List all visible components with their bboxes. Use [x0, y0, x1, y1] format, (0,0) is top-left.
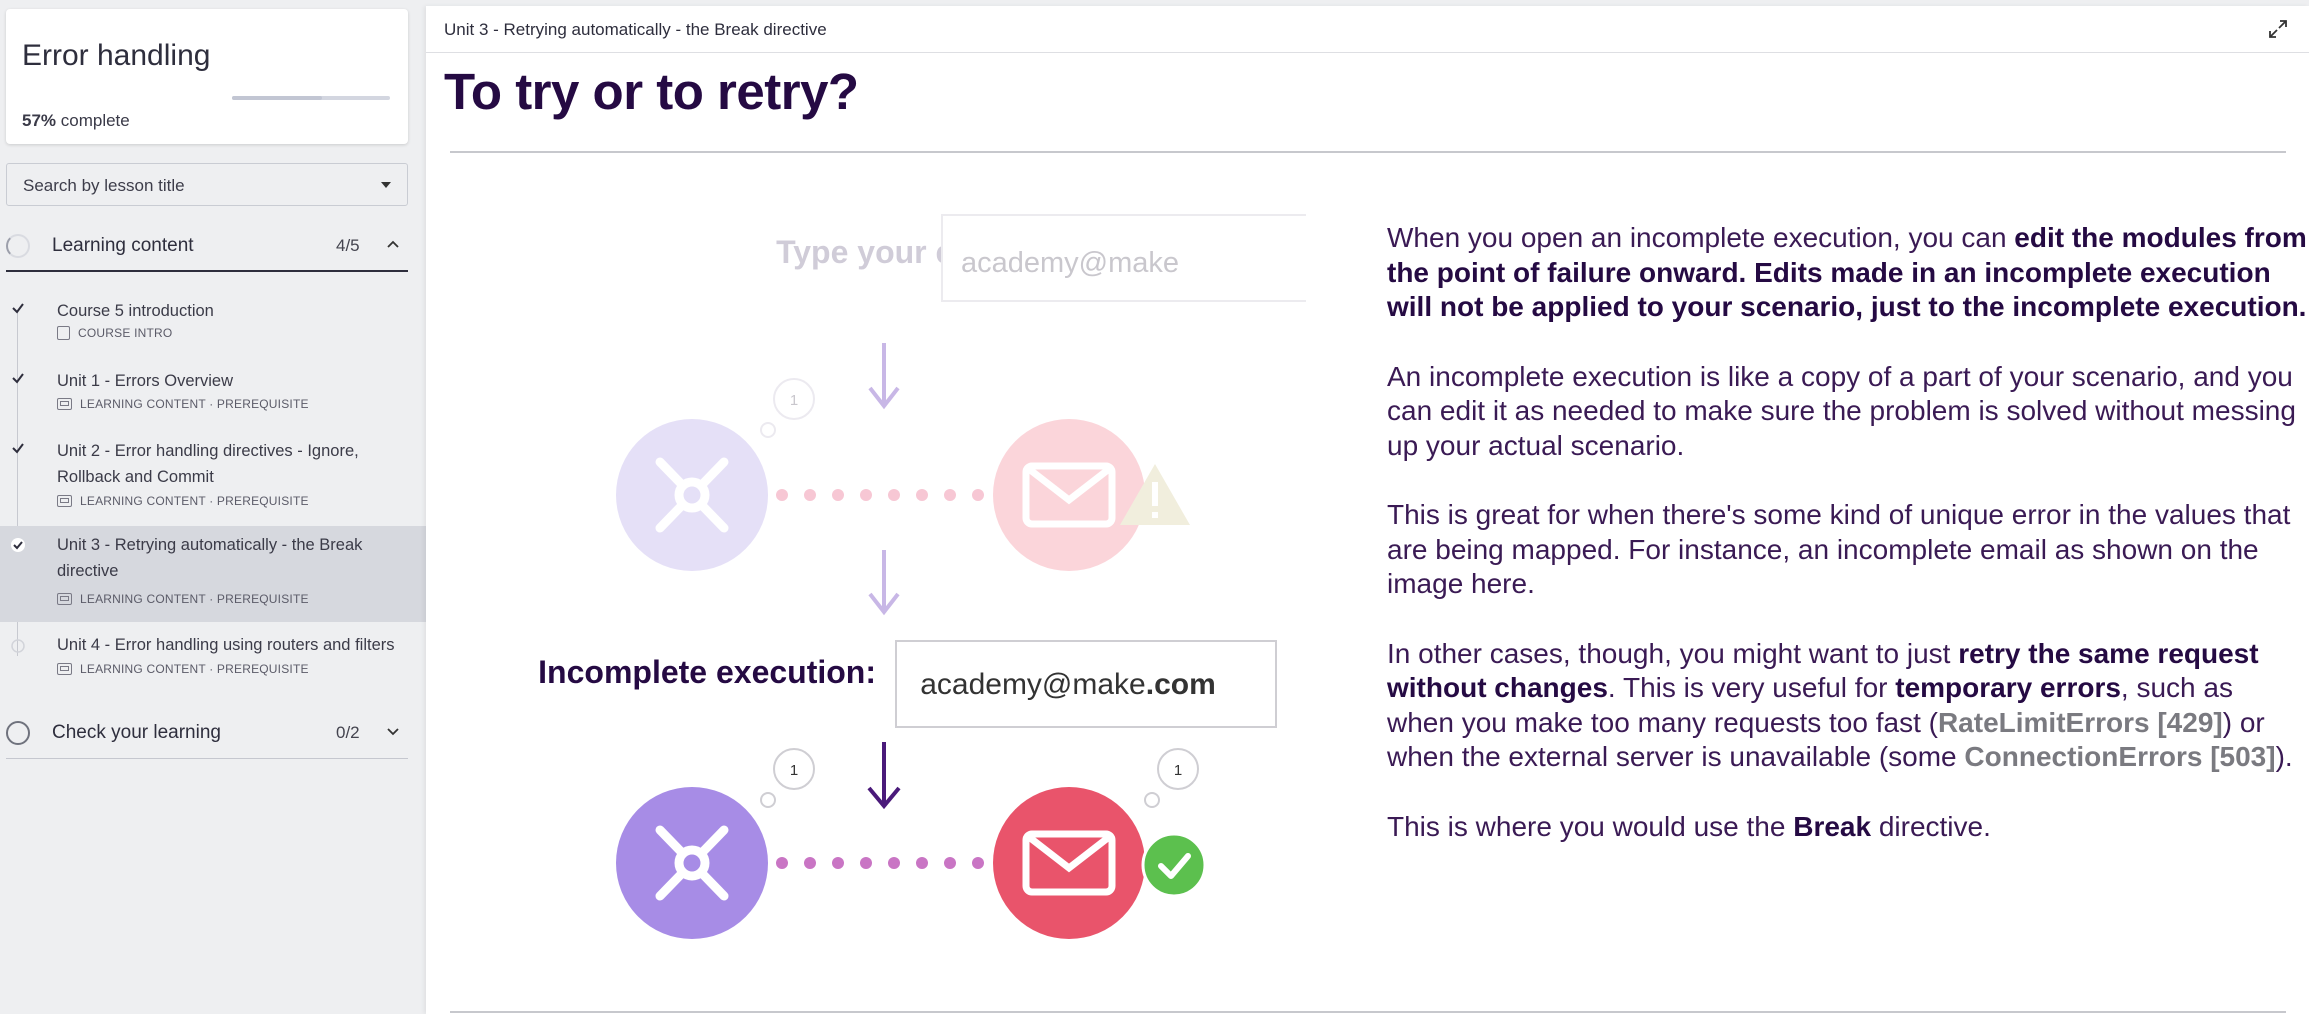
arrow-down-icon	[867, 742, 901, 810]
lesson-meta-text: LEARNING CONTENT · PREREQUISITE	[80, 662, 309, 676]
paragraph-3: This is great for when there's some kind…	[1387, 499, 2291, 599]
p4-text: In other cases, though, you might want t…	[1387, 637, 1959, 669]
p4-text: . This is very useful for	[1607, 672, 1896, 703]
lesson-item-course-intro[interactable]: Course 5 introduction COURSE INTRO	[0, 292, 426, 352]
lesson-meta: LEARNING CONTENT · PREREQUISITE	[57, 662, 309, 676]
section-divider	[6, 270, 408, 272]
arrow-down-faded-icon	[868, 550, 900, 616]
diagram-bottom-value: academy@make.com	[920, 668, 1216, 701]
lesson-item-unit-4[interactable]: Unit 4 - Error handling using routers an…	[0, 630, 426, 690]
lesson-text: When you open an incomplete execution, y…	[1387, 221, 2307, 879]
caret-down-icon	[381, 182, 391, 188]
lesson-meta-text: LEARNING CONTENT · PREREQUISITE	[80, 494, 309, 508]
diagram-bottom-value-bold: .com	[1146, 668, 1216, 701]
check-icon	[12, 303, 24, 314]
progress-percent: 57%	[22, 111, 57, 130]
lesson-meta-text: LEARNING CONTENT · PREREQUISITE	[80, 592, 309, 606]
lesson-meta-text: LEARNING CONTENT · PREREQUISITE	[80, 397, 309, 411]
lesson-item-unit-2[interactable]: Unit 2 - Error handling directives - Ign…	[0, 432, 426, 518]
p5-text: This is where you would use the	[1387, 810, 1794, 842]
expand-icon[interactable]	[2267, 18, 2289, 40]
slides-icon	[57, 398, 72, 410]
chevron-up-icon	[387, 240, 399, 248]
section-label: Check your learning	[52, 722, 221, 743]
lesson-meta: COURSE INTRO	[57, 326, 172, 340]
lesson-item-unit-1[interactable]: Unit 1 - Errors Overview LEARNING CONTEN…	[0, 362, 426, 422]
slides-icon	[57, 495, 72, 507]
title-divider	[450, 151, 2286, 153]
lesson-title: Unit 2 - Error handling directives - Ign…	[57, 442, 359, 486]
check-icon	[12, 443, 24, 454]
check-icon	[12, 373, 24, 384]
slides-icon	[57, 593, 72, 605]
bubble-faded: 1	[760, 378, 815, 438]
p4-text: ).	[2275, 741, 2293, 772]
paragraph-2: An incomplete execution is like a copy o…	[1387, 360, 2296, 461]
email-module-faded-icon	[993, 419, 1145, 571]
email-module-icon	[993, 787, 1145, 939]
section-learning-content[interactable]: Learning content 4/5	[0, 220, 408, 272]
page-title: To try or to retry?	[444, 63, 859, 120]
connector-dots	[776, 857, 984, 869]
section-label: Learning content	[52, 235, 194, 256]
paragraph-4: In other cases, though, you might want t…	[1387, 637, 2307, 775]
unit-title: Unit 3 - Retrying automatically - the Br…	[444, 20, 827, 39]
lesson-title: Unit 3 - Retrying automatically - the Br…	[57, 536, 363, 580]
rate-limit-code: RateLimitErrors [429]	[1937, 706, 2223, 738]
connector-dots-faded	[776, 489, 984, 501]
progress-text: 57% complete	[22, 111, 130, 131]
bottom-divider	[450, 1011, 2286, 1013]
bubble-count: 1	[790, 392, 798, 409]
bubble-email: 1	[1144, 748, 1199, 808]
lesson-meta: LEARNING CONTENT · PREREQUISITE	[57, 397, 309, 411]
course-title: Error handling	[22, 39, 211, 72]
diagram-bottom-value-plain: academy@make	[920, 668, 1146, 701]
diagram-top-value: academy@make	[961, 247, 1179, 279]
bubble-count: 1	[1174, 762, 1182, 779]
slides-icon	[57, 663, 72, 675]
progress-bar-fill	[232, 96, 323, 100]
lesson-topbar: Unit 3 - Retrying automatically - the Br…	[426, 6, 2309, 53]
lesson-title: Unit 4 - Error handling using routers an…	[57, 636, 395, 654]
course-sidebar: Error handling 57% complete Search by le…	[0, 0, 426, 1014]
p4-bold: temporary errors	[1895, 672, 2121, 703]
arrow-down-faded-icon	[868, 343, 900, 410]
chevron-down-icon	[387, 728, 399, 736]
paragraph-5: This is where you would use the Break di…	[1387, 810, 2307, 845]
diagram-bottom-label: Incomplete execution:	[538, 654, 876, 690]
lesson-search-placeholder: Search by lesson title	[23, 176, 185, 195]
lesson-title: Unit 1 - Errors Overview	[57, 372, 234, 390]
check-icon	[11, 538, 25, 552]
section-check-your-learning[interactable]: Check your learning 0/2	[0, 707, 408, 759]
p5-text: directive.	[1871, 810, 1991, 842]
connection-error-code: ConnectionErrors [503]	[1964, 741, 2276, 772]
incomplete-circle-icon	[11, 639, 25, 653]
lesson-meta-text: COURSE INTRO	[78, 326, 173, 340]
paragraph-1: When you open an incomplete execution, y…	[1387, 221, 2307, 325]
lesson-content-panel: Unit 3 - Retrying automatically - the Br…	[426, 6, 2309, 1014]
lesson-title: Course 5 introduction	[57, 302, 214, 320]
lesson-search-select[interactable]: Search by lesson title	[6, 163, 408, 206]
bubble-tools: 1	[760, 748, 815, 808]
document-icon	[57, 326, 70, 340]
progress-bar	[232, 96, 390, 100]
lesson-meta: LEARNING CONTENT · PREREQUISITE	[57, 592, 309, 606]
p1-text: When you open an incomplete execution, y…	[1387, 222, 2015, 253]
success-check-icon	[1141, 832, 1207, 898]
course-progress-card: Error handling 57% complete	[6, 9, 408, 144]
section-progress-ring-icon	[6, 234, 30, 258]
lesson-meta: LEARNING CONTENT · PREREQUISITE	[57, 494, 309, 508]
bubble-count: 1	[790, 762, 798, 779]
section-progress-ring-icon	[6, 721, 30, 745]
progress-suffix: complete	[56, 111, 130, 130]
incomplete-execution-diagram: Type your email: academy@make 1 Incomple…	[538, 214, 1306, 939]
section-count: 4/5	[336, 236, 360, 255]
p5-bold: Break	[1793, 810, 1872, 842]
section-count: 0/2	[336, 723, 360, 742]
lesson-item-unit-3[interactable]: Unit 3 - Retrying automatically - the Br…	[0, 526, 426, 622]
section-divider	[6, 758, 408, 759]
